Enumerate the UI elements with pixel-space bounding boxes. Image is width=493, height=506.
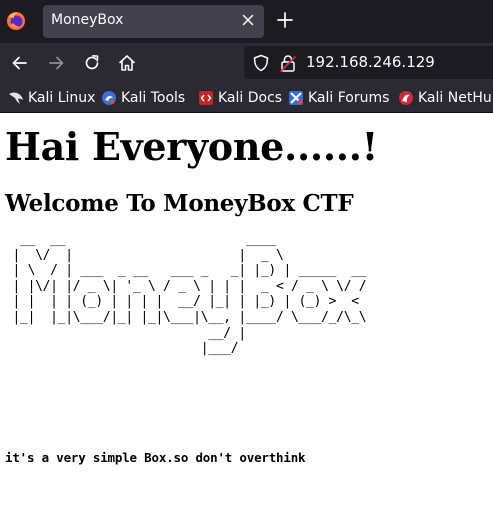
close-icon[interactable] xyxy=(240,12,256,28)
bookmark-kali-tools[interactable]: Kali Tools xyxy=(101,89,185,107)
tab-title: MoneyBox xyxy=(51,12,124,28)
insecure-lock-icon[interactable] xyxy=(280,54,296,72)
kali-dragon-icon xyxy=(9,92,23,104)
tracking-shield-icon[interactable] xyxy=(252,54,270,72)
navigation-toolbar: 192.168.246.129 xyxy=(0,43,493,83)
bookmark-kali-docs[interactable]: Kali Docs xyxy=(198,89,282,107)
arrow-right-icon[interactable] xyxy=(46,53,66,73)
bookmark-label: Kali Linux xyxy=(28,90,96,106)
bookmark-kali-nethunter[interactable]: Kali NetHunter xyxy=(398,89,493,107)
tab-moneybox[interactable]: MoneyBox xyxy=(43,5,264,38)
kali-docs-icon xyxy=(199,91,213,105)
bookmark-label: Kali NetHunter xyxy=(418,90,493,106)
hint-text: it's a very simple Box.so don't overthin… xyxy=(5,450,306,465)
reload-icon[interactable] xyxy=(82,53,102,73)
bookmark-label: Kali Docs xyxy=(218,90,283,106)
arrow-left-icon[interactable] xyxy=(10,53,30,73)
page-content: Hai Everyone......! Welcome To MoneyBox … xyxy=(0,114,493,506)
kali-forums-icon xyxy=(289,91,303,105)
bookmarks-toolbar: Kali Linux Kali Tools Kali Docs Kali For… xyxy=(0,83,493,113)
bookmark-label: Kali Tools xyxy=(121,90,186,106)
bookmark-kali-linux[interactable]: Kali Linux xyxy=(8,89,95,107)
kali-tools-icon xyxy=(102,91,116,105)
home-icon[interactable] xyxy=(117,53,137,73)
url-text[interactable]: 192.168.246.129 xyxy=(306,53,435,71)
page-heading: Hai Everyone......! xyxy=(5,124,379,169)
page-subheading: Welcome To MoneyBox CTF xyxy=(5,190,354,217)
plus-icon[interactable] xyxy=(276,11,294,29)
kali-nethunter-icon xyxy=(399,91,413,105)
tab-strip: MoneyBox xyxy=(0,0,493,43)
url-bar[interactable]: 192.168.246.129 xyxy=(244,46,493,79)
firefox-logo-icon[interactable] xyxy=(6,11,26,31)
moneybox-ascii-art: __ __ ____ | \/ | | _ \ | \ / | ___ _ __… xyxy=(12,232,367,357)
bookmark-kali-forums[interactable]: Kali Forums xyxy=(288,89,389,107)
bookmark-label: Kali Forums xyxy=(308,90,390,106)
